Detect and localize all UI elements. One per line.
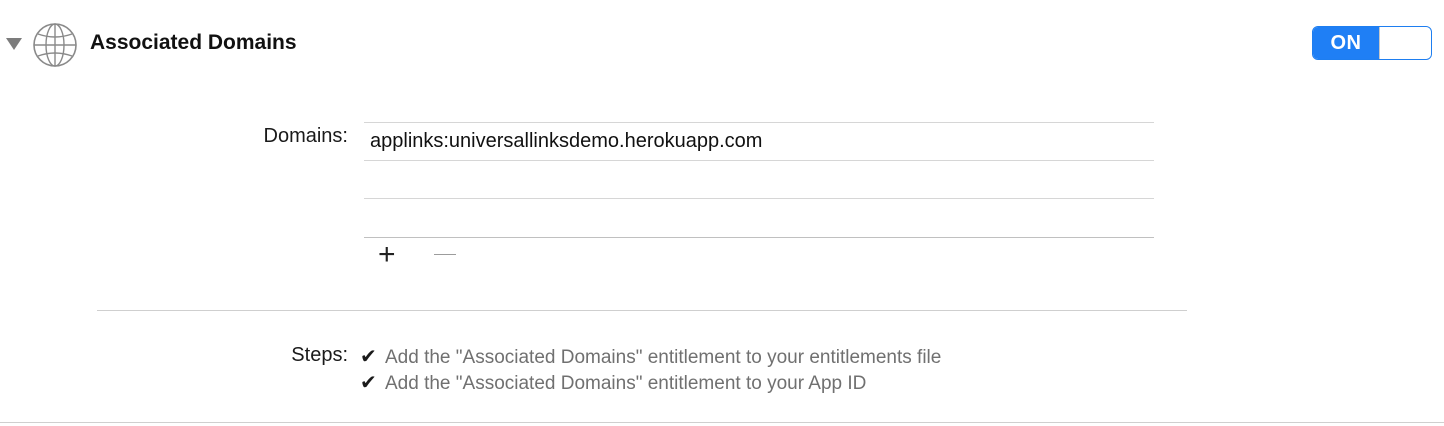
step-item: ✔ Add the "Associated Domains" entitlemen… (360, 370, 866, 395)
domains-table: applinks:universallinksdemo.herokuapp.co… (364, 122, 1154, 238)
step-text: Add the "Associated Domains" entitlement… (385, 373, 867, 394)
domain-row[interactable]: applinks:universallinksdemo.herokuapp.co… (364, 122, 1154, 160)
disclosure-triangle-icon[interactable] (6, 38, 22, 50)
domains-label: Domains: (263, 125, 348, 147)
bottom-divider (0, 422, 1444, 423)
toggle-on-label: ON (1313, 27, 1379, 59)
add-domain-button[interactable]: + (378, 238, 396, 272)
remove-domain-button[interactable] (434, 254, 456, 255)
toggle-knob (1379, 27, 1431, 59)
domain-row[interactable] (364, 198, 1154, 238)
steps-label: Steps: (291, 344, 348, 366)
checkmark-icon: ✔ (360, 372, 377, 394)
step-text: Add the "Associated Domains" entitlement… (385, 347, 942, 368)
step-item: ✔ Add the "Associated Domains" entitlemen… (360, 344, 941, 369)
section-divider (97, 310, 1187, 311)
domain-row[interactable] (364, 160, 1154, 198)
globe-icon (33, 23, 77, 67)
checkmark-icon: ✔ (360, 346, 377, 368)
capability-title: Associated Domains (90, 31, 297, 54)
capability-toggle[interactable]: ON (1312, 26, 1432, 60)
